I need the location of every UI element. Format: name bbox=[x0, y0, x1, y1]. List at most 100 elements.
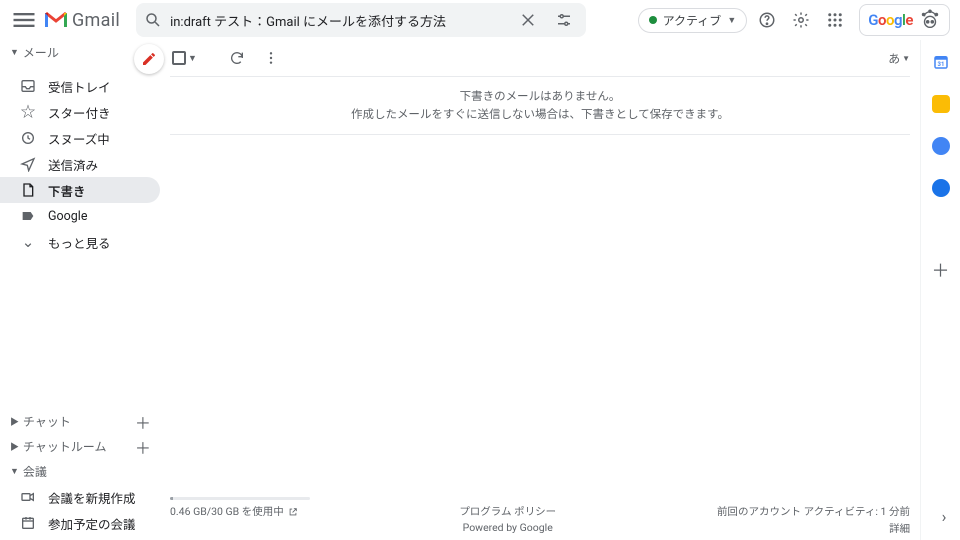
sidebar-item-more[interactable]: ⌄ もっと見る bbox=[0, 229, 160, 255]
refresh-icon bbox=[229, 50, 245, 66]
empty-line-2: 作成したメールをすぐに送信しない場合は、下書きとして保存できます。 bbox=[180, 105, 900, 123]
caret-right-icon: ▶ bbox=[10, 415, 19, 428]
empty-drafts-message: 下書きのメールはありません。 作成したメールをすぐに送信しない場合は、下書きとし… bbox=[160, 77, 920, 134]
keep-addon-button[interactable] bbox=[931, 94, 951, 114]
details-link[interactable]: 詳細 bbox=[889, 521, 910, 536]
plus-icon: ＋ bbox=[932, 257, 950, 283]
more-actions-button[interactable] bbox=[257, 44, 285, 72]
sidebar-item-snoozed[interactable]: スヌーズ中 bbox=[0, 125, 160, 151]
tasks-icon bbox=[932, 137, 950, 155]
select-all-checkbox[interactable]: ▼ bbox=[170, 49, 199, 67]
storage-text: 0.46 GB/30 GB を使用中 bbox=[170, 505, 284, 518]
calendar-icon bbox=[20, 515, 36, 531]
label-icon bbox=[20, 208, 36, 224]
refresh-button[interactable] bbox=[223, 44, 251, 72]
apps-grid-icon bbox=[826, 11, 844, 29]
chevron-down-icon: ▼ bbox=[188, 53, 197, 64]
video-plus-icon bbox=[20, 489, 36, 505]
new-chat-button[interactable]: ＋ bbox=[132, 411, 154, 433]
account-brand[interactable]: Google bbox=[859, 4, 950, 36]
calendar-addon-button[interactable]: 31 bbox=[931, 52, 951, 72]
sidebar-item-label: もっと見る bbox=[48, 233, 111, 252]
svg-text:31: 31 bbox=[937, 61, 944, 68]
search-bar[interactable] bbox=[136, 3, 586, 37]
tasks-addon-button[interactable] bbox=[931, 136, 951, 156]
sidebar-item-label-google[interactable]: Google bbox=[0, 203, 160, 229]
google-wordmark: Google bbox=[868, 11, 913, 29]
gear-icon bbox=[792, 11, 810, 29]
chevron-down-icon: ▼ bbox=[727, 15, 736, 26]
last-activity-text: 前回のアカウント アクティビティ: 1 分前 bbox=[717, 504, 910, 519]
ime-label: あ bbox=[888, 50, 900, 67]
sidebar-item-label: スター付き bbox=[48, 103, 111, 122]
settings-button[interactable] bbox=[787, 6, 815, 34]
sidebar-item-drafts[interactable]: 下書き bbox=[0, 177, 160, 203]
sidebar-item-label: 送信済み bbox=[48, 155, 98, 174]
pencil-icon bbox=[141, 51, 157, 67]
plus-icon: ＋ bbox=[135, 435, 151, 459]
progress-fill bbox=[170, 497, 173, 500]
get-addons-button[interactable]: ＋ bbox=[931, 260, 951, 280]
caret-down-icon: ▼ bbox=[10, 466, 19, 477]
progress-track bbox=[170, 497, 310, 500]
section-meet-header[interactable]: ▼ 会議 bbox=[0, 459, 160, 484]
side-panel-toggle[interactable]: › bbox=[930, 502, 958, 530]
section-meet-label: 会議 bbox=[23, 463, 47, 480]
incognito-avatar-icon bbox=[919, 9, 941, 31]
support-button[interactable] bbox=[753, 6, 781, 34]
plus-icon: ＋ bbox=[135, 410, 151, 434]
caret-down-icon: ▼ bbox=[10, 47, 19, 58]
chevron-down-icon: ▼ bbox=[902, 54, 910, 63]
sidebar-item-inbox[interactable]: 受信トレイ bbox=[0, 73, 160, 99]
sidebar-item-label: 下書き bbox=[48, 181, 86, 200]
sidebar-item-label: 会議を新規作成 bbox=[48, 488, 136, 507]
program-policy-link[interactable]: プログラム ポリシー bbox=[459, 504, 556, 519]
caret-right-icon: ▶ bbox=[10, 440, 19, 453]
chevron-down-icon: ⌄ bbox=[20, 234, 36, 250]
sidebar-item-sent[interactable]: 送信済み bbox=[0, 151, 160, 177]
new-room-button[interactable]: ＋ bbox=[132, 436, 154, 458]
status-dot-icon bbox=[649, 16, 657, 24]
left-sidebar: ▼ メール 受信トレイ ☆ スター付き スヌーズ中 送信済み 下書き Googl… bbox=[0, 40, 160, 540]
section-rooms-header[interactable]: ▶ チャットルーム bbox=[0, 434, 117, 459]
footer: 0.46 GB/30 GB を使用中 プログラム ポリシー Powered by… bbox=[160, 497, 920, 540]
section-rooms-label: チャットルーム bbox=[23, 438, 107, 455]
powered-by-text: Powered by Google bbox=[463, 521, 553, 534]
mail-toolbar: ▼ あ ▼ bbox=[160, 40, 920, 76]
help-icon bbox=[758, 11, 776, 29]
input-method-button[interactable]: あ ▼ bbox=[888, 50, 910, 67]
clear-search-button[interactable] bbox=[514, 6, 542, 34]
search-input[interactable] bbox=[170, 13, 506, 28]
meet-new-meeting[interactable]: 会議を新規作成 bbox=[0, 484, 160, 510]
compose-button[interactable] bbox=[134, 44, 164, 74]
search-icon bbox=[144, 11, 162, 29]
tune-icon bbox=[555, 11, 573, 29]
section-chat-header[interactable]: ▶ チャット bbox=[0, 409, 81, 434]
sidebar-item-label: スヌーズ中 bbox=[48, 129, 110, 148]
open-in-new-icon[interactable] bbox=[288, 507, 298, 517]
gmail-wordmark: Gmail bbox=[72, 10, 120, 31]
gmail-logo[interactable]: Gmail bbox=[44, 10, 120, 31]
keep-icon bbox=[932, 95, 950, 113]
more-vert-icon bbox=[263, 50, 279, 66]
status-chip[interactable]: アクティブ ▼ bbox=[638, 8, 748, 33]
contacts-addon-button[interactable] bbox=[931, 178, 951, 198]
inbox-icon bbox=[20, 78, 36, 94]
send-icon bbox=[20, 156, 36, 172]
sidebar-item-label: 受信トレイ bbox=[48, 77, 111, 96]
draft-icon bbox=[20, 182, 36, 198]
section-chat-label: チャット bbox=[23, 413, 71, 430]
main-panel: ▼ あ ▼ 下書きのメールはありません。 作成したメールをすぐに送信しない場合は… bbox=[160, 40, 920, 540]
sidebar-item-starred[interactable]: ☆ スター付き bbox=[0, 99, 160, 125]
checkbox-icon bbox=[172, 51, 186, 65]
status-label: アクティブ bbox=[663, 12, 722, 29]
right-rail: 31 ＋ bbox=[920, 40, 960, 540]
meet-scheduled[interactable]: 参加予定の会議 bbox=[0, 510, 160, 536]
chevron-right-icon: › bbox=[942, 507, 947, 526]
apps-button[interactable] bbox=[821, 6, 849, 34]
close-icon bbox=[519, 11, 537, 29]
search-options-button[interactable] bbox=[550, 6, 578, 34]
contacts-icon bbox=[932, 179, 950, 197]
main-menu-button[interactable] bbox=[10, 6, 38, 34]
sidebar-item-label: Google bbox=[48, 209, 87, 224]
